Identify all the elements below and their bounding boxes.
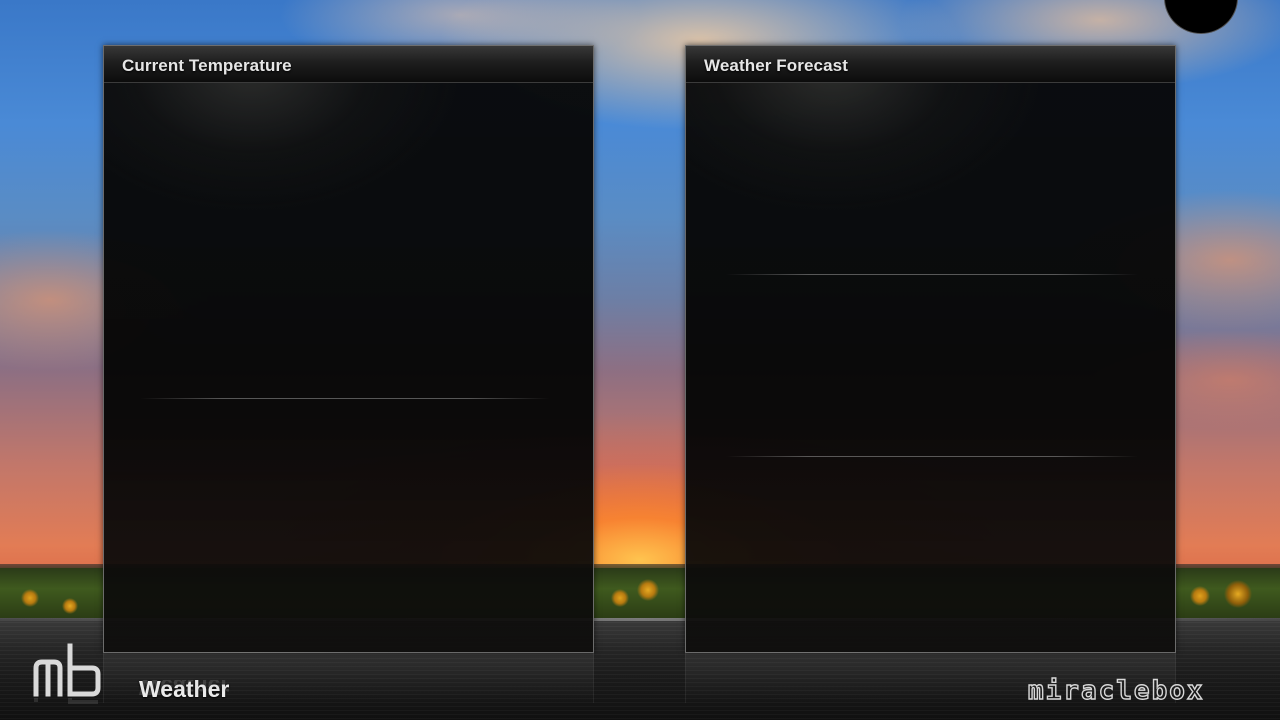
- current-temperature-panel: Current Temperature: [103, 45, 594, 653]
- brand-wordmark: miraclebox: [1027, 675, 1205, 706]
- weather-forecast-panel: Weather Forecast: [685, 45, 1176, 653]
- forecast-divider-upper: [726, 274, 1138, 275]
- forecast-divider-lower: [726, 456, 1138, 457]
- weather-forecast-header: Weather Forecast: [686, 46, 1175, 83]
- current-temperature-title: Current Temperature: [122, 56, 292, 75]
- mb-logo-icon: [33, 643, 101, 704]
- section-title-reflection: Weather: [139, 680, 230, 700]
- current-temperature-divider: [140, 398, 550, 399]
- weather-screen: Current Temperature Weather Forecast Wea…: [0, 0, 1280, 720]
- weather-forecast-title: Weather Forecast: [704, 56, 848, 75]
- current-temperature-header: Current Temperature: [104, 46, 593, 83]
